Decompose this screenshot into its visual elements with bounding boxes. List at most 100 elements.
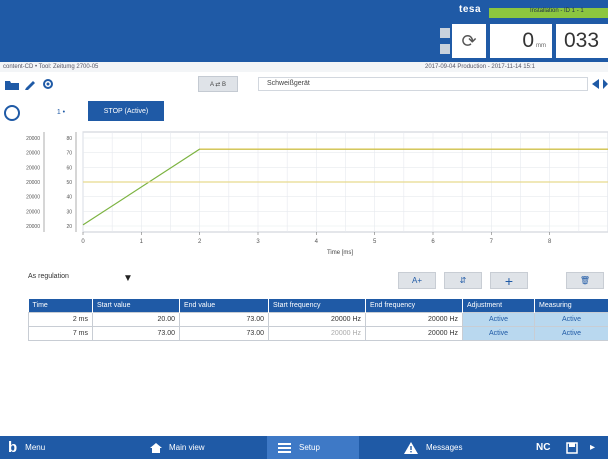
x-tick-label: 8 [548, 239, 552, 245]
table-cell[interactable]: 20000 Hz [365, 312, 463, 327]
nav-main-view[interactable]: Main view [149, 436, 205, 459]
measuring-toggle[interactable]: Active [534, 312, 608, 327]
y-tick-label-outer: 20000 [26, 224, 40, 230]
y-tick-label-outer: 20000 [26, 151, 40, 157]
gear-icon [43, 79, 53, 89]
y-tick-label-inner: 30 [66, 209, 72, 215]
settings-button[interactable] [40, 77, 56, 91]
nav-nc[interactable]: NC [536, 436, 550, 459]
list-icon [278, 443, 291, 453]
x-tick-label: 7 [490, 239, 494, 245]
nav-more[interactable]: ▸ [590, 436, 595, 459]
folder-icon [5, 80, 19, 90]
segments-table: Time Start value End value Start frequen… [28, 299, 608, 341]
table-cell[interactable]: 73.00 [179, 326, 269, 341]
status-text: Installation - ID 1 - 1 [530, 8, 584, 14]
delete-segment-button[interactable]: 🗑 [566, 272, 604, 289]
table-cell[interactable]: 7 ms [28, 326, 93, 341]
mode-indicator-bottom [440, 44, 450, 54]
table-header-row: Time Start value End value Start frequen… [28, 299, 608, 313]
nav-setup[interactable]: Setup [278, 436, 320, 459]
nav-setup-label: Setup [299, 443, 320, 452]
swap-ab-button[interactable]: A ⇄ B [198, 76, 238, 92]
reorder-icon: ⇵ [459, 276, 467, 285]
reorder-button[interactable]: ⇵ [444, 272, 482, 289]
x-tick-label: 6 [431, 239, 435, 245]
table-row[interactable]: 7 ms 73.00 73.00 20000 Hz 20000 Hz Activ… [28, 326, 608, 341]
y-tick-label-outer: 20000 [26, 136, 40, 142]
nav-messages-label: Messages [426, 443, 463, 452]
nav-messages[interactable]: Messages [404, 436, 462, 459]
counter-unit: mm [536, 43, 546, 49]
column-header: Start value [92, 299, 180, 313]
nav-menu[interactable]: b Menu [8, 436, 45, 459]
save-icon [566, 441, 578, 454]
counter-display-2: 033 [556, 24, 608, 58]
x-tick-label: 2 [198, 239, 202, 245]
adjustment-toggle[interactable]: Active [462, 312, 535, 327]
table-cell[interactable]: 73.00 [179, 312, 269, 327]
column-header: Start frequency [268, 299, 366, 313]
y-tick-label-inner: 70 [66, 151, 72, 157]
table-cell[interactable]: 73.00 [92, 326, 180, 341]
plus-icon: + [504, 272, 514, 289]
regulation-select-value: As regulation [28, 273, 69, 280]
y-tick-label-inner: 20 [66, 224, 72, 230]
nav-save[interactable] [566, 436, 578, 459]
mode-icon[interactable] [4, 105, 20, 121]
program-name-field[interactable]: Schweißgerät [258, 77, 588, 91]
x-tick-label: 3 [256, 239, 260, 245]
table-cell[interactable]: 20000 Hz [268, 312, 366, 327]
table-cell[interactable]: 2 ms [28, 312, 93, 327]
tab-stop-active[interactable]: STOP (Active) [88, 101, 164, 121]
arrow-left-icon [592, 79, 599, 89]
x-tick-label: 5 [373, 239, 377, 245]
regulation-select[interactable]: As regulation ▼ [28, 273, 148, 287]
trash-icon: 🗑 [579, 276, 591, 285]
next-button[interactable] [603, 77, 608, 91]
column-header: End value [179, 299, 269, 313]
folder-button[interactable] [4, 77, 20, 91]
add-text-icon: A+ [411, 276, 422, 285]
table-cell[interactable]: 20000 Hz [365, 326, 463, 341]
refresh-icon: ⟳ [461, 30, 477, 51]
measuring-toggle[interactable]: Active [534, 326, 608, 341]
arrow-right-icon [603, 79, 608, 89]
pencil-icon [25, 81, 35, 90]
table-cell[interactable]: 20000 Hz [268, 326, 366, 341]
nav-menu-label: Menu [25, 443, 46, 452]
previous-button[interactable] [589, 77, 603, 91]
x-tick-label: 0 [81, 239, 85, 245]
brand-logo: tesa [459, 4, 482, 15]
nav-main-view-label: Main view [169, 443, 205, 452]
y-tick-label-outer: 20000 [26, 195, 40, 201]
add-segment-button[interactable]: + [490, 272, 528, 289]
home-icon [150, 442, 162, 453]
y-tick-label-inner: 60 [66, 165, 72, 171]
add-text-button[interactable]: A+ [398, 272, 436, 289]
column-header: End frequency [365, 299, 463, 313]
column-header: Measuring [534, 299, 608, 313]
y-tick-label-inner: 80 [66, 136, 72, 142]
adjustment-toggle[interactable]: Active [462, 326, 535, 341]
refresh-button[interactable]: ⟳ [452, 24, 486, 58]
column-header: Adjustment [462, 299, 535, 313]
y-tick-label-outer: 20000 [26, 180, 40, 186]
edit-button[interactable] [22, 77, 38, 91]
table-cell[interactable]: 20.00 [92, 312, 180, 327]
x-tick-label: 1 [140, 239, 144, 245]
warning-icon [404, 441, 418, 454]
counter-value: 0 [522, 29, 534, 52]
tab-step[interactable]: 1 • [36, 104, 86, 120]
y-tick-label-outer: 20000 [26, 209, 40, 215]
counter-display: 0 mm [490, 24, 552, 58]
weld-profile-chart: 20000 8020000 7020000 6020000 5020000 4020000… [26, 131, 608, 256]
mode-indicator-top [440, 28, 450, 38]
x-tick-label: 4 [315, 239, 319, 245]
y-tick-label-outer: 20000 [26, 165, 40, 171]
more-icon: ▸ [590, 442, 596, 453]
chevron-down-icon: ▼ [123, 273, 133, 284]
nav-nc-label: NC [536, 442, 551, 453]
column-header: Time [28, 299, 93, 313]
table-row[interactable]: 2 ms 20.00 73.00 20000 Hz 20000 Hz Activ… [28, 312, 608, 327]
